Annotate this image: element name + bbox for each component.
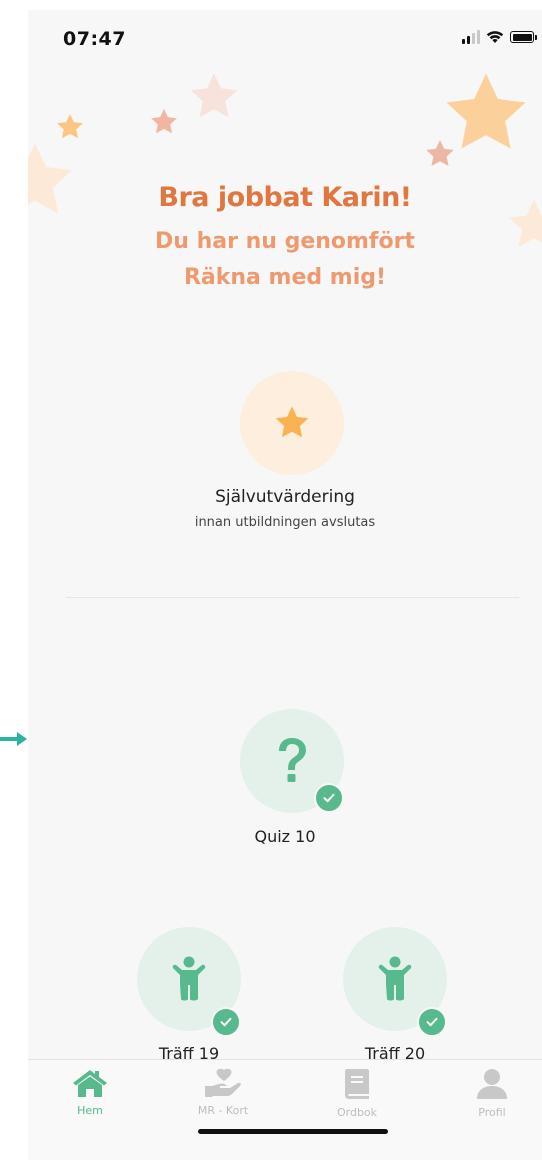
home-indicator	[198, 1129, 388, 1134]
completed-check-icon	[417, 1007, 447, 1037]
quiz-label: Quiz 10	[254, 827, 316, 846]
home-icon	[73, 1070, 107, 1097]
tab-profil[interactable]: Profil	[442, 1068, 542, 1119]
self-assessment-subtitle: innan utbildningen avslutas	[194, 515, 376, 530]
tab-ordbok-label: Ordbok	[336, 1106, 378, 1119]
star-icon	[275, 406, 309, 438]
course-name: Räkna med mig!	[183, 265, 387, 290]
app-screen: 07:47 Bra jobbat Karin! Du har nu genomf…	[28, 10, 542, 1160]
tab-mr-kort-label: MR - Kort	[197, 1104, 249, 1117]
status-icons	[462, 30, 537, 44]
child-figure-icon	[172, 956, 206, 1001]
question-icon	[279, 738, 306, 782]
tab-ordbok[interactable]: Ordbok	[307, 1068, 407, 1119]
decor-star-icon	[151, 108, 177, 134]
wifi-icon	[486, 31, 504, 43]
completion-text: Du har nu genomfört	[154, 229, 415, 254]
signal-icon	[462, 30, 480, 44]
completed-check-icon	[211, 1007, 241, 1037]
decor-star-icon	[190, 73, 238, 118]
tab-profil-label: Profil	[478, 1106, 506, 1119]
decor-star-icon	[426, 140, 454, 166]
arrow-right-icon	[0, 732, 27, 746]
meeting-19-button[interactable]	[137, 927, 241, 1037]
profile-icon	[477, 1069, 507, 1099]
status-time: 07:47	[63, 28, 126, 50]
completed-check-icon	[314, 783, 344, 813]
quiz-button[interactable]	[240, 709, 344, 813]
tab-home-label: Hem	[77, 1104, 103, 1117]
tab-home[interactable]: Hem	[40, 1068, 140, 1117]
book-icon	[345, 1069, 369, 1099]
meeting-20-button[interactable]	[343, 927, 447, 1037]
self-assessment-button[interactable]	[240, 371, 344, 475]
divider	[66, 597, 519, 598]
battery-icon	[510, 31, 537, 43]
heart-hand-icon	[205, 1068, 241, 1097]
self-assessment-title: Självutvärdering	[215, 487, 355, 507]
greeting-title: Bra jobbat Karin!	[158, 182, 412, 213]
child-figure-icon	[378, 956, 412, 1001]
tab-bar: Hem MR - Kort Ordbok Profil	[28, 1059, 542, 1160]
tab-mr-kort[interactable]: MR - Kort	[173, 1068, 273, 1117]
